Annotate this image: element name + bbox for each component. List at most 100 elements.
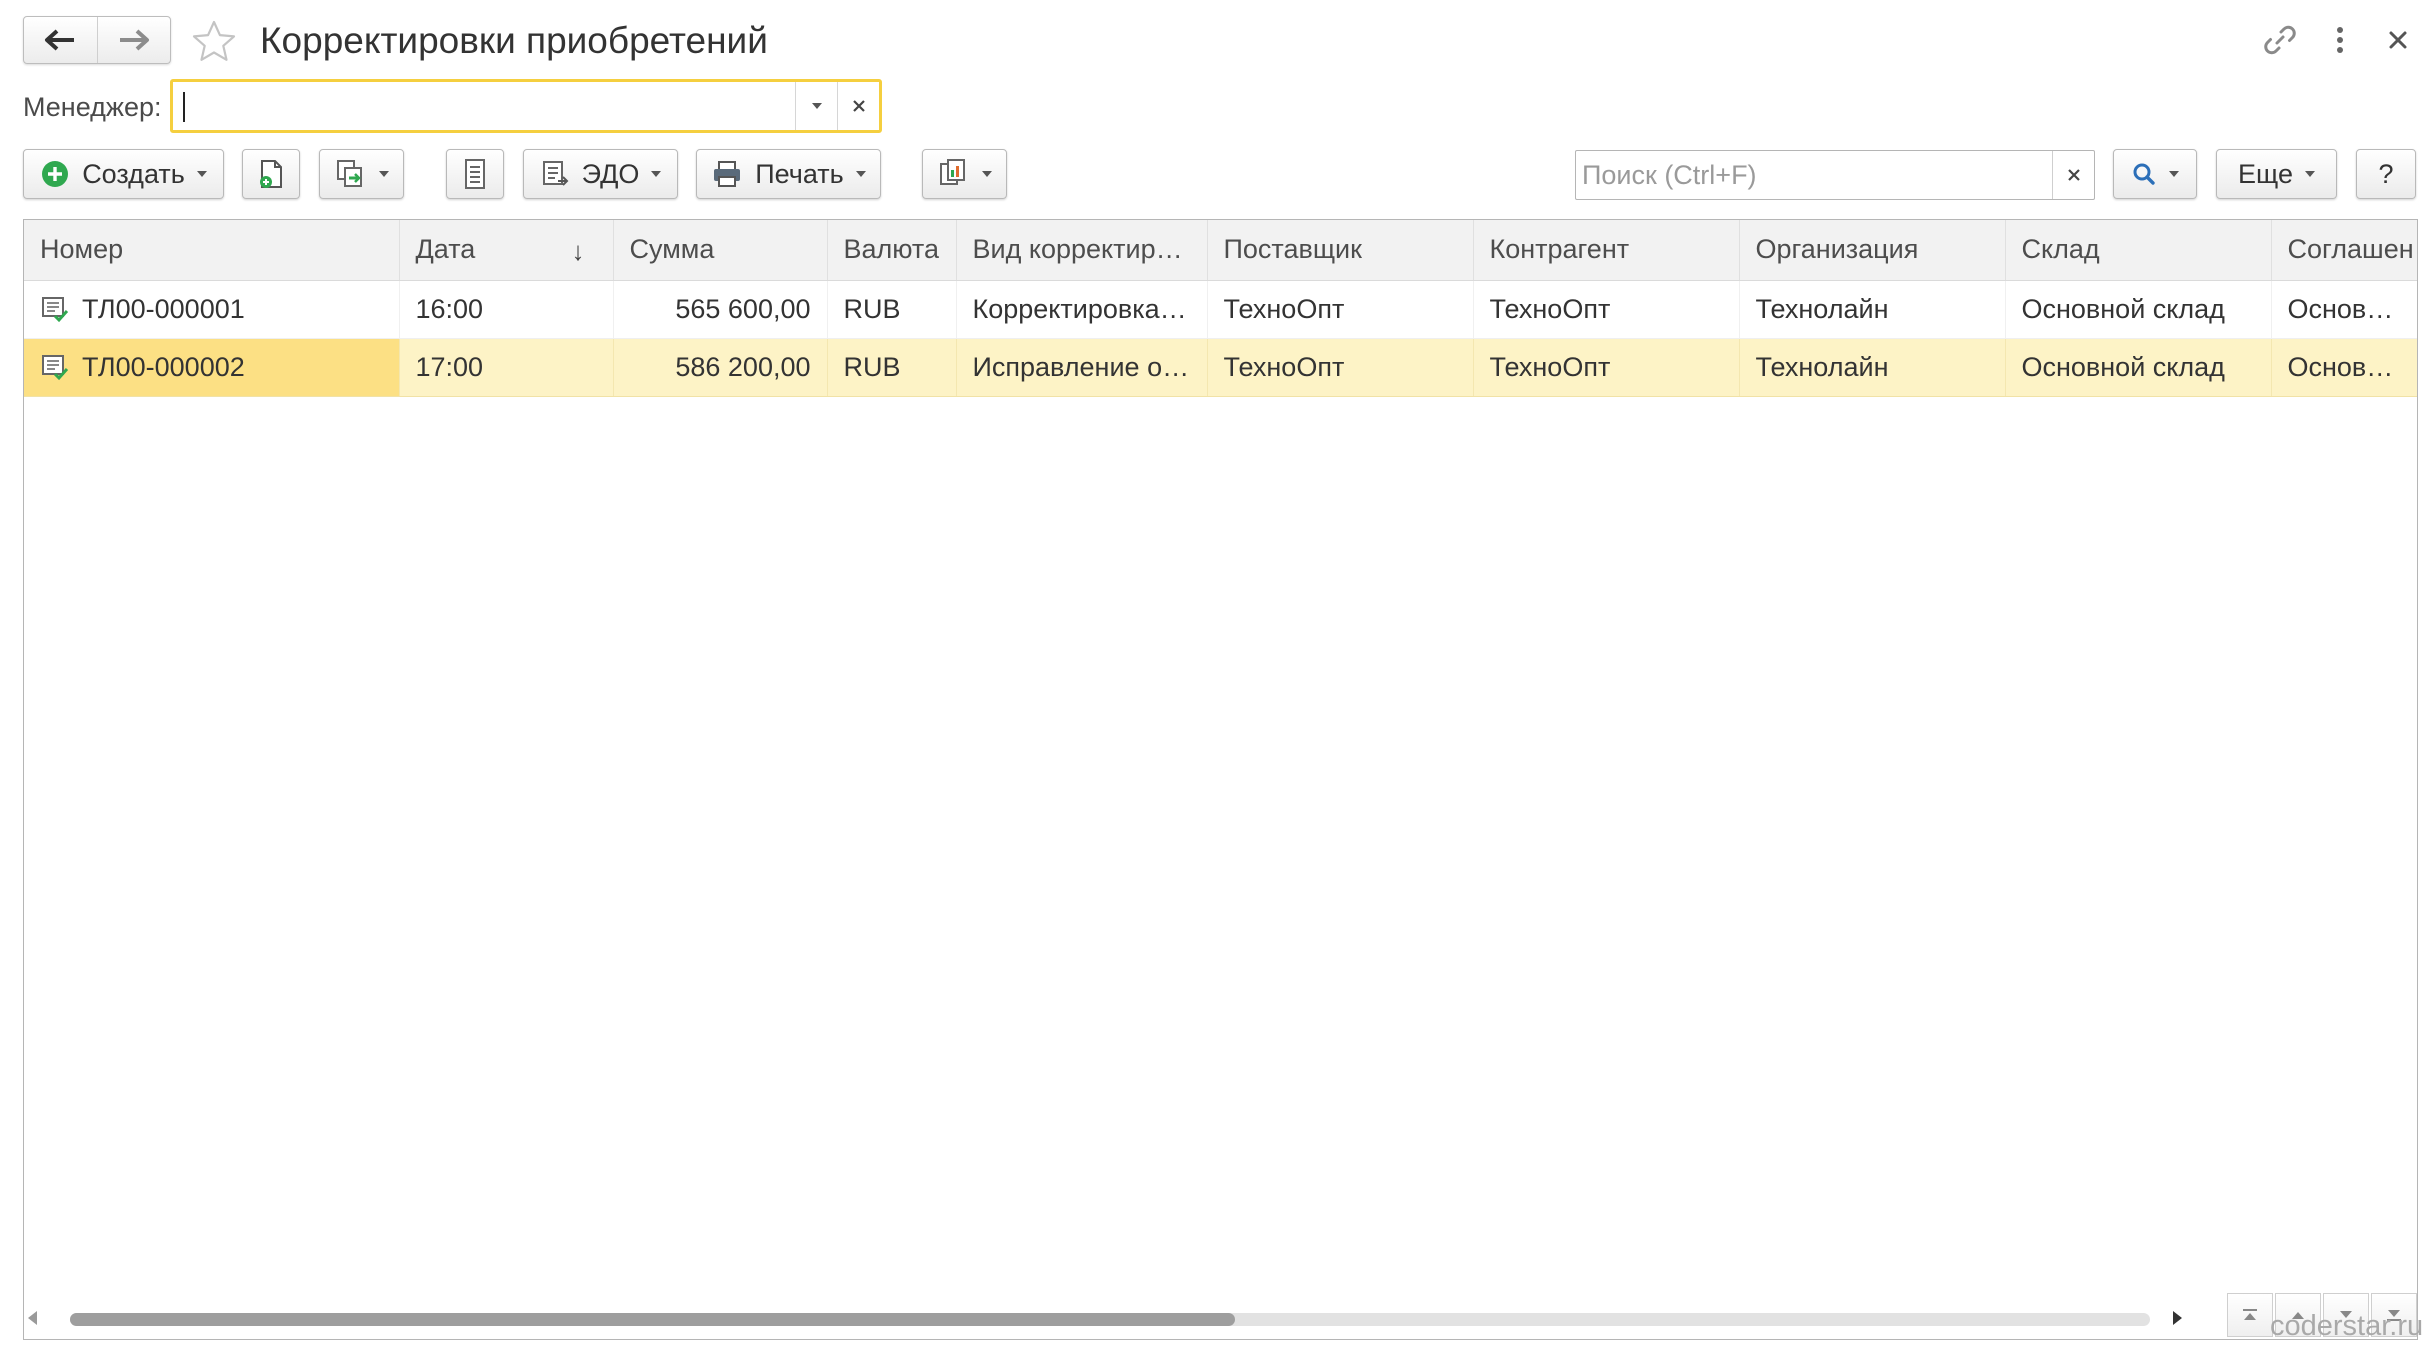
cell-supplier[interactable]: ТехноОпт xyxy=(1207,338,1474,397)
manager-label: Менеджер: xyxy=(23,92,162,122)
manager-clear-button[interactable] xyxy=(837,82,879,130)
document-number: ТЛ00-000001 xyxy=(82,293,245,324)
more-button-label: Еще xyxy=(2238,158,2293,189)
more-button[interactable]: Еще xyxy=(2216,149,2337,199)
cell-kind[interactable]: Корректировка… xyxy=(956,280,1208,339)
magnifier-icon xyxy=(2133,163,2155,185)
scroll-left-icon[interactable] xyxy=(28,1311,37,1325)
cell-date[interactable]: 16:00 xyxy=(399,280,614,339)
search-input[interactable] xyxy=(1576,151,2052,199)
chevron-down-icon xyxy=(811,103,822,109)
column-header-counterparty[interactable]: Контрагент xyxy=(1473,220,1740,281)
search-field[interactable] xyxy=(1575,150,2095,200)
document-number: ТЛ00-000002 xyxy=(82,351,245,382)
list-icon xyxy=(465,159,485,189)
reports-button[interactable] xyxy=(922,149,1007,199)
column-header-date[interactable]: Дата ↓ xyxy=(399,220,614,281)
chevron-down-icon xyxy=(651,171,662,177)
edo-icon xyxy=(542,161,569,186)
cell-counterparty[interactable]: ТехноОпт xyxy=(1473,338,1740,397)
search-clear-button[interactable] xyxy=(2052,151,2094,199)
sort-descending-icon: ↓ xyxy=(571,236,585,266)
scroll-right-icon[interactable] xyxy=(2173,1311,2182,1325)
printer-icon xyxy=(714,161,741,187)
help-button-label: ? xyxy=(2378,158,2394,189)
column-header-warehouse[interactable]: Склад xyxy=(2005,220,2272,281)
column-header-supplier[interactable]: Поставщик xyxy=(1207,220,1474,281)
column-header-number[interactable]: Номер xyxy=(24,220,400,281)
text-cursor xyxy=(183,92,185,122)
create-based-on-button[interactable] xyxy=(242,149,300,199)
cell-sum[interactable]: 586 200,00 xyxy=(613,338,828,397)
chevron-down-icon xyxy=(981,171,992,177)
new-document-icon xyxy=(260,160,282,188)
posted-document-icon xyxy=(42,355,69,381)
close-window-icon[interactable] xyxy=(2378,20,2418,60)
cell-warehouse[interactable]: Основной склад xyxy=(2005,338,2272,397)
cell-sum[interactable]: 565 600,00 xyxy=(613,280,828,339)
cell-warehouse[interactable]: Основной склад xyxy=(2005,280,2272,339)
search-options-button[interactable] xyxy=(2113,149,2197,199)
chevron-down-icon xyxy=(2304,171,2315,177)
table-row-selected[interactable]: ТЛ00-000002 17:00 586 200,00 RUB Исправл… xyxy=(24,338,2417,397)
link-icon[interactable] xyxy=(2260,20,2300,60)
table-row[interactable]: ТЛ00-000001 16:00 565 600,00 RUB Коррект… xyxy=(24,280,2417,339)
cell-currency[interactable]: RUB xyxy=(827,338,957,397)
cell-date[interactable]: 17:00 xyxy=(399,338,614,397)
cell-number[interactable]: ТЛ00-000001 xyxy=(24,280,400,339)
page-title: Корректировки приобретений xyxy=(260,20,768,61)
manager-dropdown-button[interactable] xyxy=(795,82,837,130)
edo-button-label: ЭДО xyxy=(581,158,640,189)
back-button[interactable] xyxy=(24,17,97,63)
column-header-currency[interactable]: Валюта xyxy=(827,220,957,281)
forward-button[interactable] xyxy=(96,17,171,63)
help-button[interactable]: ? xyxy=(2356,149,2416,199)
arrow-left-icon xyxy=(45,29,75,51)
favorite-star-icon[interactable] xyxy=(190,18,238,66)
cell-supplier[interactable]: ТехноОпт xyxy=(1207,280,1474,339)
cell-organization[interactable]: Технолайн xyxy=(1739,338,2006,397)
chevron-down-icon xyxy=(2169,171,2179,177)
documents-structure-icon xyxy=(336,160,362,187)
column-header-kind[interactable]: Вид корректир… xyxy=(956,220,1208,281)
create-button-label: Создать xyxy=(82,158,185,189)
journal-button[interactable] xyxy=(446,149,504,199)
edo-button[interactable]: ЭДО xyxy=(523,149,678,199)
first-page-icon xyxy=(2243,1309,2257,1320)
chevron-down-icon xyxy=(196,171,207,177)
horizontal-scrollbar[interactable] xyxy=(28,1305,2203,1333)
column-header-organization[interactable]: Организация xyxy=(1739,220,2006,281)
cell-agreement[interactable]: Основные xyxy=(2271,338,2417,397)
chevron-down-icon xyxy=(378,171,389,177)
posted-document-icon xyxy=(42,297,69,323)
navigation-buttons xyxy=(23,16,171,64)
cell-counterparty[interactable]: ТехноОпт xyxy=(1473,280,1740,339)
create-button[interactable]: Создать xyxy=(23,149,224,199)
chevron-down-icon xyxy=(855,171,866,177)
manager-input[interactable] xyxy=(173,82,795,130)
print-button-label: Печать xyxy=(755,158,844,189)
column-header-sum[interactable]: Сумма xyxy=(613,220,828,281)
related-documents-button[interactable] xyxy=(319,149,404,199)
report-icon xyxy=(939,159,965,185)
watermark: coderstar.ru xyxy=(2270,1310,2424,1342)
column-header-agreement[interactable]: Соглашен xyxy=(2271,220,2417,281)
cell-agreement[interactable]: Основные xyxy=(2271,280,2417,339)
manager-field[interactable] xyxy=(170,79,882,133)
table-header-row: Номер Дата ↓ Сумма Валюта Вид корректир…… xyxy=(24,220,2417,281)
clear-icon xyxy=(852,100,865,112)
plus-circle-icon xyxy=(42,161,69,187)
scrollbar-track[interactable] xyxy=(70,1313,2150,1326)
scrollbar-thumb[interactable] xyxy=(70,1313,1235,1326)
go-to-first-button[interactable] xyxy=(2227,1293,2273,1337)
cell-currency[interactable]: RUB xyxy=(827,280,957,339)
more-options-icon[interactable] xyxy=(2320,20,2360,60)
arrow-right-icon xyxy=(119,29,149,51)
cell-number[interactable]: ТЛ00-000002 xyxy=(24,338,400,397)
documents-table: Номер Дата ↓ Сумма Валюта Вид корректир…… xyxy=(23,219,2418,1340)
print-button[interactable]: Печать xyxy=(696,149,881,199)
clear-icon xyxy=(2067,169,2080,181)
column-header-date-label: Дата xyxy=(415,234,476,265)
cell-organization[interactable]: Технолайн xyxy=(1739,280,2006,339)
cell-kind[interactable]: Исправление о… xyxy=(956,338,1208,397)
